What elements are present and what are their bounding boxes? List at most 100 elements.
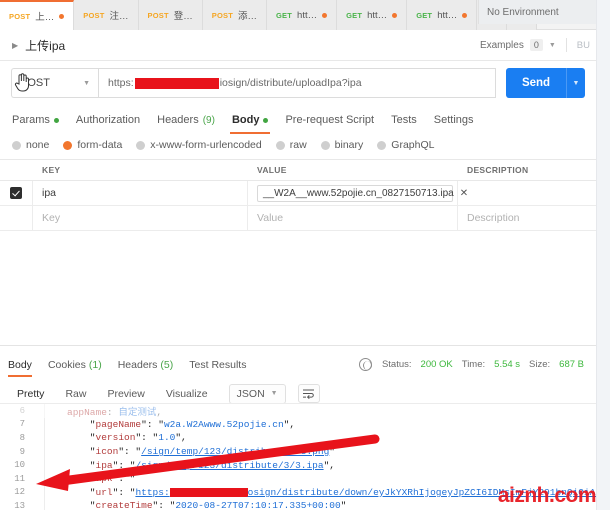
- request-tab-2[interactable]: POST 登…: [138, 0, 203, 30]
- row-value-cell[interactable]: Value: [248, 206, 458, 230]
- view-mode-preview[interactable]: Preview: [98, 385, 153, 403]
- body-type-raw[interactable]: raw: [275, 139, 307, 151]
- request-tab-6[interactable]: GET htt…: [407, 0, 478, 30]
- chevron-down-icon: ▼: [572, 79, 580, 87]
- row-description-cell[interactable]: Description: [458, 206, 596, 230]
- tab-label: Pre-request Script: [285, 114, 375, 126]
- line-number: 11: [14, 473, 25, 484]
- tab-pre-request-script[interactable]: Pre-request Script: [285, 107, 374, 133]
- json-value: 2020-08-27T07:10:17.335+00:00: [175, 500, 341, 510]
- globe-lock-icon[interactable]: [358, 358, 372, 371]
- view-mode-raw[interactable]: Raw: [56, 385, 95, 403]
- json-line: 7 "pageName": "w2a.W2Awww.52pojie.cn",: [0, 417, 596, 432]
- fold-gutter[interactable]: [32, 499, 45, 510]
- description-placeholder: Description: [467, 212, 520, 224]
- file-name: __W2A__www.52pojie.cn_0827150713.ipa: [263, 187, 454, 199]
- request-tab-4[interactable]: GET htt…: [267, 0, 338, 30]
- status-label: Status:: [381, 359, 412, 370]
- examples-count-badge: 0: [529, 39, 543, 51]
- radio-icon: [63, 140, 73, 150]
- tab-settings[interactable]: Settings: [434, 107, 474, 133]
- fold-gutter[interactable]: [32, 485, 45, 500]
- format-value: JSON: [236, 387, 265, 400]
- body-type-none[interactable]: none: [12, 139, 49, 151]
- line-number: 8: [19, 432, 25, 443]
- table-row: ipa __W2A__www.52pojie.cn_0827150713.ipa…: [0, 181, 596, 206]
- tab-authorization[interactable]: Authorization: [76, 107, 140, 133]
- active-dot-icon: [53, 117, 59, 123]
- json-key: createTime: [95, 500, 153, 510]
- body-type-binary[interactable]: binary: [320, 139, 363, 151]
- body-type-urlencoded[interactable]: x-www-form-urlencoded: [136, 139, 262, 151]
- tab-label: Settings: [433, 114, 474, 126]
- tab-title: htt…: [367, 9, 388, 21]
- tab-method-label: GET: [276, 10, 293, 20]
- examples-label: Examples: [479, 39, 524, 51]
- request-tab-0[interactable]: POST 上…: [0, 0, 75, 30]
- row-value-cell[interactable]: __W2A__www.52pojie.cn_0827150713.ipa ✕: [248, 181, 468, 205]
- word-wrap-button[interactable]: [297, 384, 320, 403]
- body-type-form-data[interactable]: form-data: [63, 139, 122, 151]
- tab-params[interactable]: Params: [12, 107, 59, 133]
- tab-label: Authorization: [75, 114, 141, 126]
- fold-gutter[interactable]: [32, 404, 45, 418]
- request-section-tabs: Params Authorization Headers (9) Body Pr…: [0, 107, 596, 134]
- environment-selector[interactable]: No Environment: [478, 0, 596, 24]
- fold-gutter[interactable]: [32, 471, 45, 486]
- response-tab-headers[interactable]: Headers (5): [118, 352, 174, 377]
- fold-gutter[interactable]: [32, 444, 45, 459]
- response-section-tabs: Body Cookies (1) Headers (5) Test Result…: [0, 352, 596, 377]
- tab-headers[interactable]: Headers (9): [157, 107, 215, 133]
- view-mode-pretty[interactable]: Pretty: [8, 385, 53, 403]
- build-label[interactable]: BU: [577, 40, 590, 51]
- table-row-empty: Key Value Description: [0, 206, 596, 231]
- view-mode-visualize[interactable]: Visualize: [157, 385, 217, 403]
- row-checkbox[interactable]: [10, 187, 22, 199]
- json-value[interactable]: /sign/temp/123/distribute/3/3.ipa: [135, 460, 323, 471]
- response-meta: Status: 200 OK Time: 5.54 s Size: 687 B: [358, 358, 596, 371]
- table-header-row: KEY VALUE DESCRIPTION: [0, 159, 596, 181]
- tab-tests[interactable]: Tests: [391, 107, 417, 133]
- request-tab-1[interactable]: POST 注…: [74, 0, 139, 30]
- json-line: 10 "ipa": "/sign/temp/123/distribute/3/3…: [0, 458, 596, 472]
- tab-body[interactable]: Body: [229, 107, 270, 134]
- chevron-right-icon[interactable]: ▶: [12, 41, 18, 50]
- send-options-button[interactable]: ▼: [566, 68, 585, 98]
- response-tab-test-results[interactable]: Test Results: [189, 352, 246, 377]
- fold-gutter[interactable]: [32, 417, 45, 432]
- size-value: 687 B: [559, 359, 584, 370]
- response-tab-cookies[interactable]: Cookies (1): [48, 352, 102, 377]
- row-checkbox-cell: [0, 206, 33, 230]
- unsaved-dot-icon: [392, 12, 398, 18]
- json-key: ipa: [95, 459, 113, 471]
- fold-gutter[interactable]: [32, 458, 45, 472]
- request-url-bar: POST ▼ https: iosign/distribute/uploadIpa…: [0, 62, 596, 104]
- response-format-dropdown[interactable]: JSON ▼: [228, 383, 286, 404]
- chevron-down-icon[interactable]: ▼: [549, 42, 556, 49]
- row-key-cell[interactable]: ipa: [33, 181, 248, 205]
- response-tab-body[interactable]: Body: [8, 352, 32, 377]
- chevron-down-icon: ▼: [83, 79, 90, 87]
- size-label: Size:: [529, 359, 551, 370]
- body-type-graphql[interactable]: GraphQL: [377, 139, 434, 151]
- fold-gutter[interactable]: [32, 431, 45, 445]
- tab-title: 上…: [35, 12, 55, 23]
- tab-method-label: GET: [416, 10, 433, 20]
- header-description: DESCRIPTION: [467, 165, 529, 175]
- request-tab-5[interactable]: GET htt…: [337, 0, 408, 30]
- breadcrumb-actions: Examples 0 ▼ BU: [480, 38, 596, 52]
- line-content: appName: 自定测试,: [67, 406, 163, 418]
- row-description-cell[interactable]: [458, 181, 596, 205]
- tab-method-label: POST: [211, 10, 233, 20]
- http-method-dropdown[interactable]: POST ▼: [11, 68, 98, 98]
- json-key: apk: [95, 473, 113, 485]
- row-key-cell[interactable]: Key: [33, 206, 248, 230]
- key-placeholder: Key: [42, 212, 61, 224]
- tab-label: Headers: [157, 114, 199, 126]
- json-value[interactable]: /sign/temp/123/distribute/3/3.png: [141, 446, 329, 457]
- radio-icon: [377, 140, 387, 150]
- radio-icon: [12, 140, 21, 150]
- url-input[interactable]: https: iosign/distribute/uploadIpa?ipa: [98, 68, 496, 98]
- request-tab-3[interactable]: POST 添…: [202, 0, 267, 30]
- send-button[interactable]: Send: [506, 68, 566, 98]
